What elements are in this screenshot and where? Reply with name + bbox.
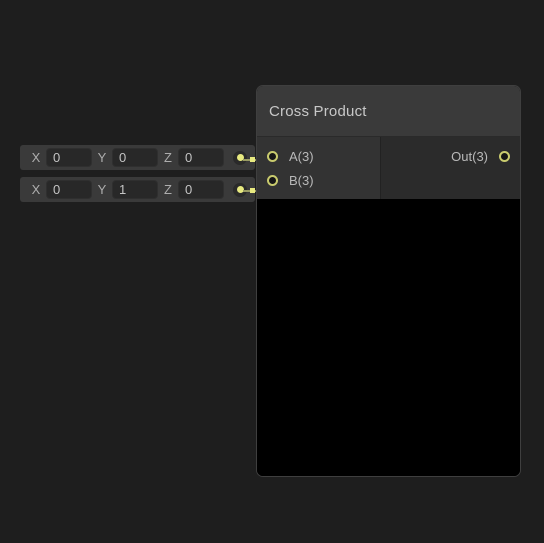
port-ring-icon[interactable] <box>267 174 278 186</box>
node-title: Cross Product <box>269 102 367 120</box>
node-input-label-b: B(3) <box>289 172 314 188</box>
port-ring-icon[interactable] <box>499 150 510 162</box>
node-header[interactable]: Cross Product <box>257 86 520 137</box>
node-input-port-a[interactable]: A(3) <box>257 144 380 168</box>
node-graph-canvas[interactable]: X Y Z X Y Z Cross Product A(3) <box>0 0 544 543</box>
node-outputs-column: Out(3) <box>381 137 520 199</box>
vector-input-row-b[interactable]: X Y Z <box>20 177 255 202</box>
node-output-label-out: Out(3) <box>451 148 488 164</box>
axis-label-y: Y <box>97 182 107 197</box>
axis-label-z: Z <box>164 182 172 197</box>
cross-product-node[interactable]: Cross Product A(3) B(3) Out(3) <box>256 85 521 477</box>
wire-midpoint-handle-a[interactable] <box>250 157 255 162</box>
vector-b-y-field[interactable] <box>112 180 158 199</box>
axis-label-x: X <box>31 182 41 197</box>
node-preview-area[interactable] <box>257 200 520 476</box>
port-ring-icon[interactable] <box>267 150 278 162</box>
vector-a-z-field[interactable] <box>178 148 224 167</box>
node-input-port-b[interactable]: B(3) <box>257 168 380 192</box>
vector-input-row-a[interactable]: X Y Z <box>20 145 255 170</box>
node-input-label-a: A(3) <box>289 148 314 164</box>
axis-label-y: Y <box>97 150 107 165</box>
node-output-port-out[interactable]: Out(3) <box>381 144 520 168</box>
vector-b-x-field[interactable] <box>46 180 92 199</box>
node-inputs-column: A(3) B(3) <box>257 137 381 199</box>
axis-label-x: X <box>31 150 41 165</box>
vector-b-z-field[interactable] <box>178 180 224 199</box>
socket-dot-icon[interactable] <box>233 150 247 165</box>
wire-midpoint-handle-b[interactable] <box>250 188 255 193</box>
axis-label-z: Z <box>164 150 172 165</box>
vector-a-y-field[interactable] <box>112 148 158 167</box>
vector-a-x-field[interactable] <box>46 148 92 167</box>
node-ports-area: A(3) B(3) Out(3) <box>257 137 520 199</box>
